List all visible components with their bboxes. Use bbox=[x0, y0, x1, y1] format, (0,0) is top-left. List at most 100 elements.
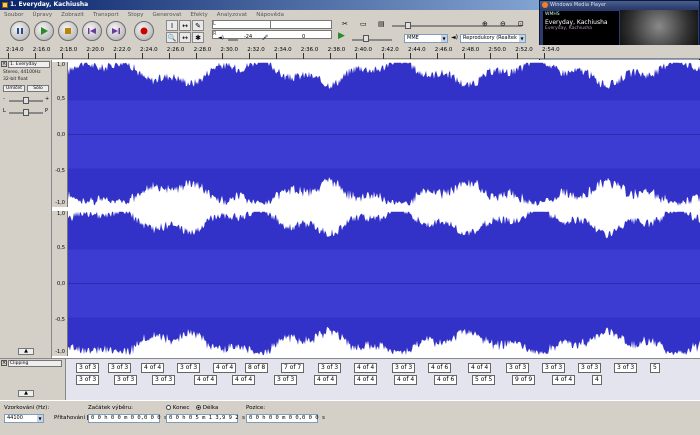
clip-label[interactable]: 3 of 3 bbox=[76, 363, 100, 373]
end-option[interactable]: Konec bbox=[166, 405, 189, 411]
wmp-title-bar: Windows Media Player bbox=[540, 1, 699, 9]
draw-tool[interactable]: ✎ bbox=[192, 20, 204, 31]
clip-label[interactable]: 3 of 3 bbox=[392, 363, 416, 373]
track-control-panel: × 1. Everyday Stereo, 44100Hz 32-bit flo… bbox=[0, 60, 52, 358]
menu-file[interactable]: Soubor bbox=[4, 10, 23, 20]
menu-generate[interactable]: Generovat bbox=[153, 10, 182, 20]
solo-button[interactable]: Sólo bbox=[27, 85, 49, 92]
ruler-tick-mark bbox=[115, 53, 117, 59]
length-option[interactable]: Délka bbox=[196, 405, 218, 411]
ruler-tick-mark bbox=[276, 53, 277, 59]
play-button[interactable] bbox=[34, 21, 54, 41]
audio-host-select[interactable]: MME ▼ bbox=[404, 34, 448, 43]
chevron-down-icon: ▼ bbox=[37, 415, 43, 422]
mixer-knob[interactable] bbox=[363, 35, 369, 42]
menu-edit[interactable]: Úpravy bbox=[32, 10, 52, 20]
menu-tracks[interactable]: Stopy bbox=[128, 10, 144, 20]
selection-length-field[interactable]: 0 0 h 0 5 m 1 3,9 9 2 s bbox=[166, 414, 245, 423]
clip-label[interactable]: 4 of 4 bbox=[314, 375, 338, 385]
menu-view[interactable]: Zobrazit bbox=[61, 10, 84, 20]
gain-knob[interactable] bbox=[23, 97, 29, 104]
skip-end-icon bbox=[112, 28, 120, 34]
timeline-ruler[interactable]: 2:14.0 2:16.0 2:18.0 2:20.0 2:22.0 2:24.0 2:26… bbox=[0, 45, 700, 59]
record-button[interactable] bbox=[134, 21, 154, 41]
mixer-slider[interactable] bbox=[352, 39, 392, 41]
mic-icon: 🎤 bbox=[262, 35, 269, 41]
project-rate-select[interactable]: 44100 ▼ bbox=[4, 414, 44, 423]
selection-start-field[interactable]: 0 0 h 0 0 m 0 0,0 0 0 s bbox=[88, 414, 167, 423]
pan-knob[interactable] bbox=[23, 109, 29, 116]
clip-label[interactable]: 9 of 9 bbox=[512, 375, 536, 385]
cut-icon[interactable]: ✂ bbox=[342, 20, 348, 28]
clip-label[interactable]: 3 of 3 bbox=[542, 363, 566, 373]
mute-button[interactable]: Umlčet bbox=[3, 85, 25, 92]
rate-label: Vzorkování (Hz): bbox=[4, 405, 50, 411]
clip-label[interactable]: 4 of 4 bbox=[394, 375, 418, 385]
clip-label[interactable]: 4 of 4 bbox=[232, 375, 256, 385]
pause-button[interactable] bbox=[10, 21, 30, 41]
clip-label[interactable]: 8 of 8 bbox=[245, 363, 269, 373]
end-radio[interactable] bbox=[166, 405, 171, 410]
clip-label[interactable]: 3 of 3 bbox=[177, 363, 201, 373]
audio-position-field[interactable]: 0 0 h 0 0 m 0 0,0 0 0 s bbox=[246, 414, 325, 423]
output-volume-slider[interactable] bbox=[228, 39, 238, 41]
clip-label[interactable]: 4 of 4 bbox=[354, 375, 378, 385]
waveform-channel-left[interactable] bbox=[68, 62, 700, 207]
collapse-track-button[interactable]: ▲ bbox=[18, 348, 34, 355]
menu-bar: Soubor Úpravy Zobrazit Transport Stopy G… bbox=[0, 10, 540, 20]
multi-tool[interactable]: ✱ bbox=[192, 32, 204, 43]
ruler-tick-mark bbox=[356, 53, 358, 59]
clip-label[interactable]: 4 bbox=[592, 375, 602, 385]
clip-label[interactable]: 4 of 6 bbox=[434, 375, 458, 385]
clip-label[interactable]: 3 of 3 bbox=[274, 375, 298, 385]
skip-start-button[interactable] bbox=[82, 21, 102, 41]
clip-label[interactable]: 3 of 3 bbox=[152, 375, 176, 385]
play-at-speed-icon[interactable]: ▶ bbox=[338, 31, 345, 41]
clip-label[interactable]: 3 of 3 bbox=[506, 363, 530, 373]
zoom-out-icon[interactable]: ⊖ bbox=[500, 20, 506, 28]
speaker-icon: ◄) bbox=[451, 34, 458, 41]
menu-effects[interactable]: Efekty bbox=[190, 10, 207, 20]
track-close-button[interactable]: × bbox=[1, 61, 7, 67]
track-name-menu[interactable]: 1. Everyday bbox=[8, 61, 50, 68]
selection-tool[interactable]: I bbox=[166, 20, 178, 31]
paste-icon[interactable]: ▤ bbox=[378, 20, 385, 28]
waveform-area[interactable]: 1,0 0,5 0,0 -0,5 -1,0 1,0 0,5 0,0 -0,5 -… bbox=[52, 60, 700, 358]
output-device-select[interactable]: Reprodukory (Realtek ▼ bbox=[460, 34, 526, 43]
clip-label[interactable]: 4 of 6 bbox=[428, 363, 452, 373]
menu-transport[interactable]: Transport bbox=[93, 10, 119, 20]
waveform-channel-right[interactable] bbox=[68, 211, 700, 356]
clip-label[interactable]: 3 of 3 bbox=[578, 363, 602, 373]
label-track-close-button[interactable]: × bbox=[1, 360, 7, 366]
envelope-tool[interactable]: ↔ bbox=[179, 20, 191, 31]
clip-label[interactable]: 3 of 3 bbox=[614, 363, 638, 373]
clip-label[interactable]: 5 of 5 bbox=[472, 375, 496, 385]
label-track[interactable]: 3 of 33 of 34 of 43 of 34 of 48 of 87 of… bbox=[66, 358, 700, 400]
clip-label[interactable]: 4 of 4 bbox=[468, 363, 492, 373]
clip-label[interactable]: 5 bbox=[650, 363, 660, 373]
collapse-label-track-button[interactable]: ▲ bbox=[18, 390, 34, 397]
timeshift-tool[interactable]: ↔ bbox=[179, 32, 191, 43]
clip-label[interactable]: 3 of 3 bbox=[318, 363, 342, 373]
wmp-icon bbox=[542, 2, 548, 8]
zoom-in-icon[interactable]: ⊕ bbox=[482, 20, 488, 28]
menu-analyze[interactable]: Analyzovat bbox=[217, 10, 247, 20]
clip-label[interactable]: 4 of 4 bbox=[194, 375, 218, 385]
label-track-name-menu[interactable]: Clipping bbox=[8, 360, 62, 367]
zoom-tool[interactable]: 🔍 bbox=[166, 32, 178, 43]
clip-label[interactable]: 4 of 4 bbox=[141, 363, 165, 373]
clip-label[interactable]: 4 of 4 bbox=[354, 363, 378, 373]
fit-icon[interactable]: ⊡ bbox=[518, 20, 524, 28]
playback-speed-knob[interactable] bbox=[405, 22, 411, 29]
copy-icon[interactable]: ▭ bbox=[360, 20, 367, 28]
length-radio[interactable] bbox=[196, 405, 201, 410]
clip-label[interactable]: 4 of 4 bbox=[552, 375, 576, 385]
clip-label[interactable]: 3 of 3 bbox=[108, 363, 132, 373]
stop-button[interactable] bbox=[58, 21, 78, 41]
skip-end-button[interactable] bbox=[106, 21, 126, 41]
clip-label[interactable]: 3 of 3 bbox=[76, 375, 100, 385]
menu-help[interactable]: Nápověda bbox=[256, 10, 284, 20]
clip-label[interactable]: 4 of 4 bbox=[213, 363, 237, 373]
clip-label[interactable]: 7 of 7 bbox=[281, 363, 305, 373]
clip-label[interactable]: 3 of 3 bbox=[114, 375, 138, 385]
